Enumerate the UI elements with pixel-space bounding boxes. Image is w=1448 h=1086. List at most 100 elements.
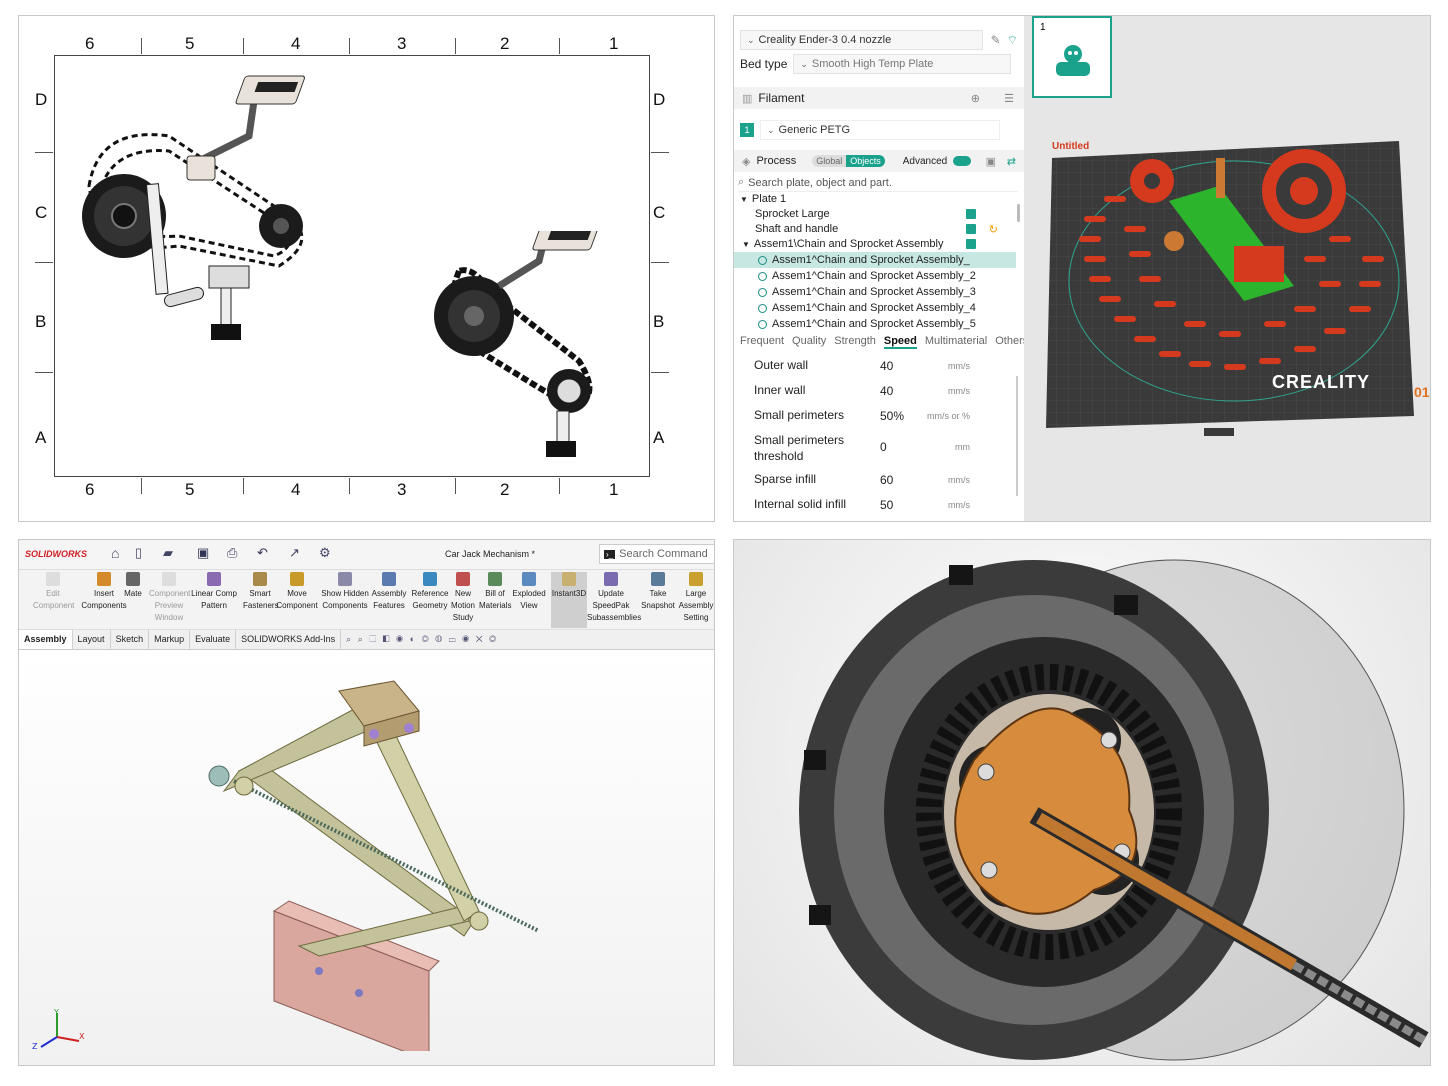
visible-checkbox[interactable] bbox=[966, 239, 976, 249]
zone-top-1: 1 bbox=[609, 34, 619, 53]
tree-scrollbar[interactable] bbox=[1017, 204, 1020, 222]
heads-up-view-toolbar[interactable]: ⌕ ⌕ ⬚ ◧ ◉ ◐ ◎ ◍ ▭ ◉ ✕ ◎ bbox=[341, 630, 503, 649]
gearbox-render-panel bbox=[733, 539, 1431, 1066]
cmd-update-speedpak-subassemblies-button[interactable]: Update SpeedPak Subassemblies bbox=[587, 572, 641, 624]
compare-preset-icon[interactable]: ⇄ bbox=[1007, 155, 1016, 168]
tree-item-chain-assembly[interactable]: ▼ Assem1\Chain and Sprocket Assembly bbox=[734, 236, 1016, 252]
save-icon[interactable]: ▣ bbox=[197, 545, 209, 561]
planetary-gearbox-model[interactable] bbox=[734, 540, 1431, 1066]
tree-subitem-2[interactable]: Assem1^Chain and Sprocket Assembly_2 bbox=[734, 268, 1016, 284]
tree-subitem-4[interactable]: Assem1^Chain and Sprocket Assembly_4 bbox=[734, 300, 1016, 316]
build-plate-view[interactable] bbox=[1044, 136, 1416, 442]
tab-layout[interactable]: Layout bbox=[73, 630, 111, 649]
printer-select[interactable]: ⌄ Creality Ender-3 0.4 nozzle bbox=[740, 30, 983, 50]
tab-sketch[interactable]: Sketch bbox=[111, 630, 150, 649]
cmd-move-component-button[interactable]: Move Component bbox=[275, 572, 319, 612]
zone-top-4: 4 bbox=[291, 34, 301, 53]
cmd-smart-fasteners-button[interactable]: Smart Fasteners bbox=[243, 572, 279, 612]
cmd-label: Component Preview Window bbox=[149, 589, 191, 622]
open-icon[interactable]: ▰ bbox=[163, 545, 173, 561]
search-command-box[interactable]: ›_ Search Command bbox=[599, 544, 714, 564]
cmd-edit-component-button[interactable]: Edit Component bbox=[33, 572, 74, 612]
small-perimeters-input[interactable]: 50% mm/s or % bbox=[874, 406, 970, 426]
outer-wall-input[interactable]: 40 mm/s bbox=[874, 356, 970, 376]
zone-top-5: 5 bbox=[185, 34, 195, 53]
param-unit: mm/s bbox=[948, 475, 970, 485]
tree-subitem-1[interactable]: Assem1^Chain and Sprocket Assembly_ bbox=[734, 252, 1016, 268]
sparse-infill-input[interactable]: 60 mm/s bbox=[874, 470, 970, 490]
warning-icon[interactable]: ↻ bbox=[989, 223, 998, 236]
process-objects-toggle[interactable]: Objects bbox=[846, 155, 885, 167]
cmd-assembly-features-button[interactable]: Assembly Features bbox=[371, 572, 407, 612]
save-preset-icon[interactable]: ▣ bbox=[986, 155, 996, 168]
add-filament-icon[interactable]: ⊕ bbox=[971, 92, 980, 105]
tab-addins[interactable]: SOLIDWORKS Add-Ins bbox=[236, 630, 342, 649]
cmd-reference-geometry-button[interactable]: Reference Geometry bbox=[411, 572, 449, 612]
plate-thumb-number: 1 bbox=[1040, 22, 1046, 33]
param-value: 60 bbox=[880, 473, 894, 487]
undo-icon[interactable]: ↶ bbox=[257, 545, 268, 561]
zone-right-A: A bbox=[653, 428, 665, 447]
inner-wall-input[interactable]: 40 mm/s bbox=[874, 381, 970, 401]
visible-checkbox[interactable] bbox=[966, 209, 976, 219]
filament-settings-icon[interactable]: ☰ bbox=[1004, 92, 1014, 105]
cmd-mate-button[interactable]: Mate bbox=[122, 572, 144, 600]
advanced-switch[interactable] bbox=[953, 156, 972, 166]
tree-item-sprocket-large[interactable]: Sprocket Large bbox=[734, 206, 1016, 222]
tree-item-shaft-and-handle[interactable]: Shaft and handle ↻ bbox=[734, 221, 1016, 237]
cmd-component-preview-window-button[interactable]: Component Preview Window bbox=[149, 572, 191, 624]
cmd-linear-comp-pattern-button[interactable]: Linear Comp Pattern bbox=[191, 572, 237, 612]
zone-right-C: C bbox=[653, 203, 666, 222]
options-icon[interactable]: ⚙ bbox=[319, 545, 331, 561]
small-perimeters-threshold-input[interactable]: 0 mm bbox=[874, 437, 970, 457]
internal-solid-infill-input[interactable]: 50 mm/s bbox=[874, 495, 970, 515]
edit-icon[interactable]: ✎ bbox=[991, 33, 1001, 47]
tree-plate[interactable]: ▼ Plate 1 bbox=[734, 191, 1016, 207]
tree-subitem-3[interactable]: Assem1^Chain and Sprocket Assembly_3 bbox=[734, 284, 1016, 300]
tab-frequent[interactable]: Frequent bbox=[740, 335, 784, 349]
search-command-input[interactable]: Search Command bbox=[619, 548, 708, 560]
slicer-3d-viewport[interactable]: 1 Untitled CREALITY 01 bbox=[1024, 16, 1430, 521]
part-icon bbox=[758, 255, 767, 265]
home-icon[interactable]: ⌂ bbox=[111, 545, 119, 561]
wifi-icon[interactable]: ⌔ bbox=[1007, 33, 1018, 48]
param-unit: mm/s bbox=[948, 386, 970, 396]
cmd-insert-components-button[interactable]: Insert Components bbox=[81, 572, 127, 612]
cmd-bill-of-materials-button[interactable]: Bill of Materials bbox=[479, 572, 511, 612]
param-internal-solid-infill-label: Internal solid infill bbox=[754, 497, 847, 511]
printer-name: Creality Ender-3 0.4 nozzle bbox=[758, 34, 892, 46]
tree-subitem-5[interactable]: Assem1^Chain and Sprocket Assembly_5 bbox=[734, 316, 1016, 332]
tab-speed[interactable]: Speed bbox=[883, 335, 917, 349]
filament-select[interactable]: ⌄ Generic PETG bbox=[760, 120, 1000, 140]
tree-subitem-label: Assem1^Chain and Sprocket Assembly_ bbox=[772, 254, 970, 266]
cmd-show-hidden-components-button[interactable]: Show Hidden Components bbox=[321, 572, 369, 612]
object-search-input[interactable]: Search plate, object and part. bbox=[748, 177, 892, 189]
cmd-new-motion-study-button[interactable]: New Motion Study bbox=[449, 572, 477, 624]
tab-assembly[interactable]: Assembly bbox=[19, 630, 73, 649]
new-file-icon[interactable]: ▯ bbox=[135, 545, 142, 561]
tab-multimaterial[interactable]: Multimaterial bbox=[925, 335, 987, 349]
tab-strength[interactable]: Strength bbox=[834, 335, 876, 349]
tab-quality[interactable]: Quality bbox=[792, 335, 826, 349]
cmd-exploded-view-button[interactable]: Exploded View bbox=[511, 572, 547, 612]
select-icon[interactable]: ↗ bbox=[289, 545, 300, 561]
chevron-down-icon: ⌄ bbox=[767, 124, 775, 135]
cmd-icon bbox=[689, 572, 703, 586]
cmd-icon bbox=[488, 572, 502, 586]
tab-markup[interactable]: Markup bbox=[149, 630, 191, 649]
tab-evaluate[interactable]: Evaluate bbox=[190, 630, 237, 649]
gearbox-viewport[interactable] bbox=[734, 540, 1430, 1065]
filament-icon: ▥ bbox=[742, 92, 753, 105]
bed-type-select[interactable]: ⌄ Smooth High Temp Plate bbox=[793, 54, 1012, 74]
plate-thumbnail[interactable]: 1 bbox=[1032, 16, 1112, 98]
graphics-area[interactable]: Y X Z bbox=[19, 651, 714, 1065]
process-global-toggle[interactable]: Global bbox=[812, 155, 847, 167]
cmd-instant3d-button[interactable]: Instant3D bbox=[551, 572, 587, 628]
visible-checkbox[interactable] bbox=[966, 224, 976, 234]
car-jack-model[interactable] bbox=[179, 671, 559, 1051]
filament-slot-badge[interactable]: 1 bbox=[740, 123, 754, 137]
cmd-take-snapshot-button[interactable]: Take Snapshot bbox=[641, 572, 675, 612]
print-icon[interactable]: ⎙ bbox=[227, 545, 237, 561]
settings-scrollbar[interactable] bbox=[1016, 376, 1018, 496]
cmd-large-assembly-setting-button[interactable]: Large Assembly Setting bbox=[677, 572, 714, 624]
